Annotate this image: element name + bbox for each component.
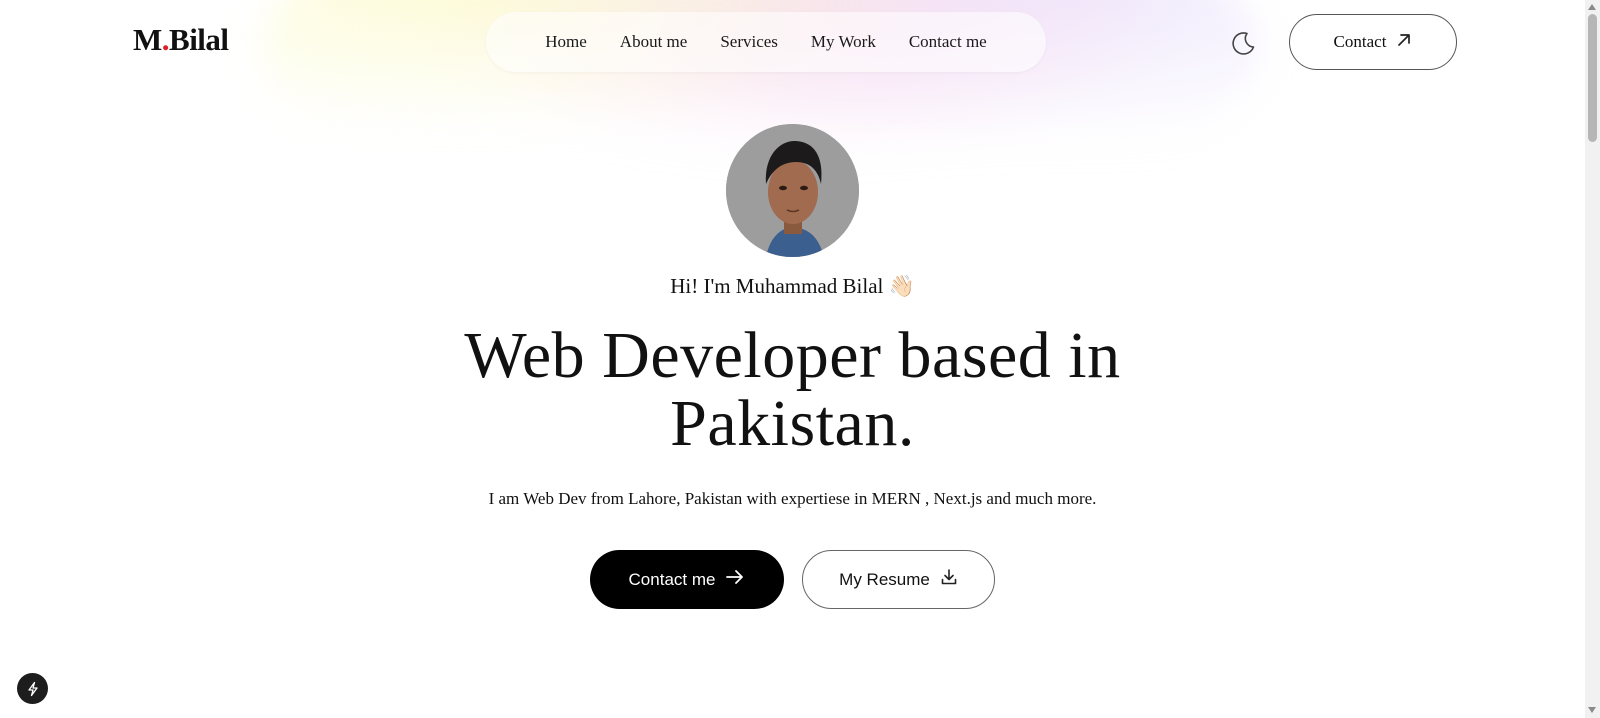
site-logo[interactable]: M.Bilal: [133, 22, 229, 58]
nav-my-work[interactable]: My Work: [811, 32, 876, 52]
nav-contact-me[interactable]: Contact me: [909, 32, 987, 52]
scroll-down-icon[interactable]: [1588, 707, 1596, 713]
logo-dot: .: [161, 22, 170, 57]
hero-greeting: Hi! I'm Muhammad Bilal 👋🏻: [0, 274, 1585, 299]
profile-avatar: [726, 124, 859, 257]
logo-prefix: M: [133, 22, 162, 57]
nav-home[interactable]: Home: [545, 32, 587, 52]
lightning-icon[interactable]: [17, 673, 48, 704]
page: M.Bilal Home About me Services My Work C…: [0, 0, 1600, 718]
main-nav: Home About me Services My Work Contact m…: [486, 12, 1046, 72]
headline-line-2: Pakistan.: [670, 387, 915, 460]
download-icon: [940, 568, 958, 591]
nav-about-me[interactable]: About me: [620, 32, 688, 52]
hero-subtext: I am Web Dev from Lahore, Pakistan with …: [488, 489, 1097, 508]
page-scrollbar[interactable]: [1585, 0, 1600, 718]
my-resume-button[interactable]: My Resume: [802, 550, 995, 609]
arrow-up-right-icon: [1396, 32, 1412, 53]
logo-suffix: Bilal: [169, 22, 229, 57]
contact-button[interactable]: Contact: [1289, 14, 1457, 70]
moon-icon[interactable]: [1228, 28, 1258, 58]
hero-headline: Web Developer based in Pakistan.: [0, 322, 1585, 458]
arrow-right-icon: [725, 569, 745, 590]
contact-me-label: Contact me: [628, 569, 716, 589]
waving-hand-icon: 👋🏻: [888, 274, 915, 298]
scrollbar-thumb[interactable]: [1588, 14, 1597, 142]
headline-line-1: Web Developer based in: [464, 319, 1121, 392]
contact-me-button[interactable]: Contact me: [590, 550, 784, 609]
nav-services[interactable]: Services: [720, 32, 778, 52]
my-resume-label: My Resume: [839, 569, 930, 589]
greeting-text: Hi! I'm Muhammad Bilal: [670, 274, 884, 298]
contact-button-label: Contact: [1333, 32, 1387, 51]
scroll-up-icon[interactable]: [1588, 4, 1596, 10]
